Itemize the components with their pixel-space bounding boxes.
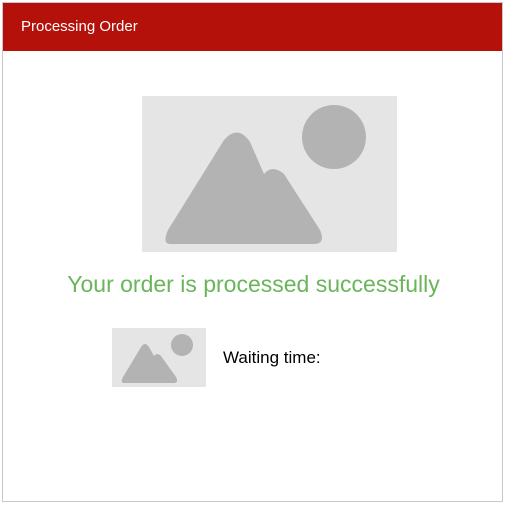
success-message: Your order is processed successfully <box>67 271 440 297</box>
waiting-time-label: Waiting time: <box>223 348 321 367</box>
dialog-title: Processing Order <box>21 18 138 35</box>
waiting-image-placeholder-icon <box>112 328 206 387</box>
processing-order-dialog: Processing Order Your order is processed… <box>2 2 503 502</box>
order-image-placeholder-icon <box>142 96 397 252</box>
dialog-titlebar: Processing Order <box>3 3 502 51</box>
